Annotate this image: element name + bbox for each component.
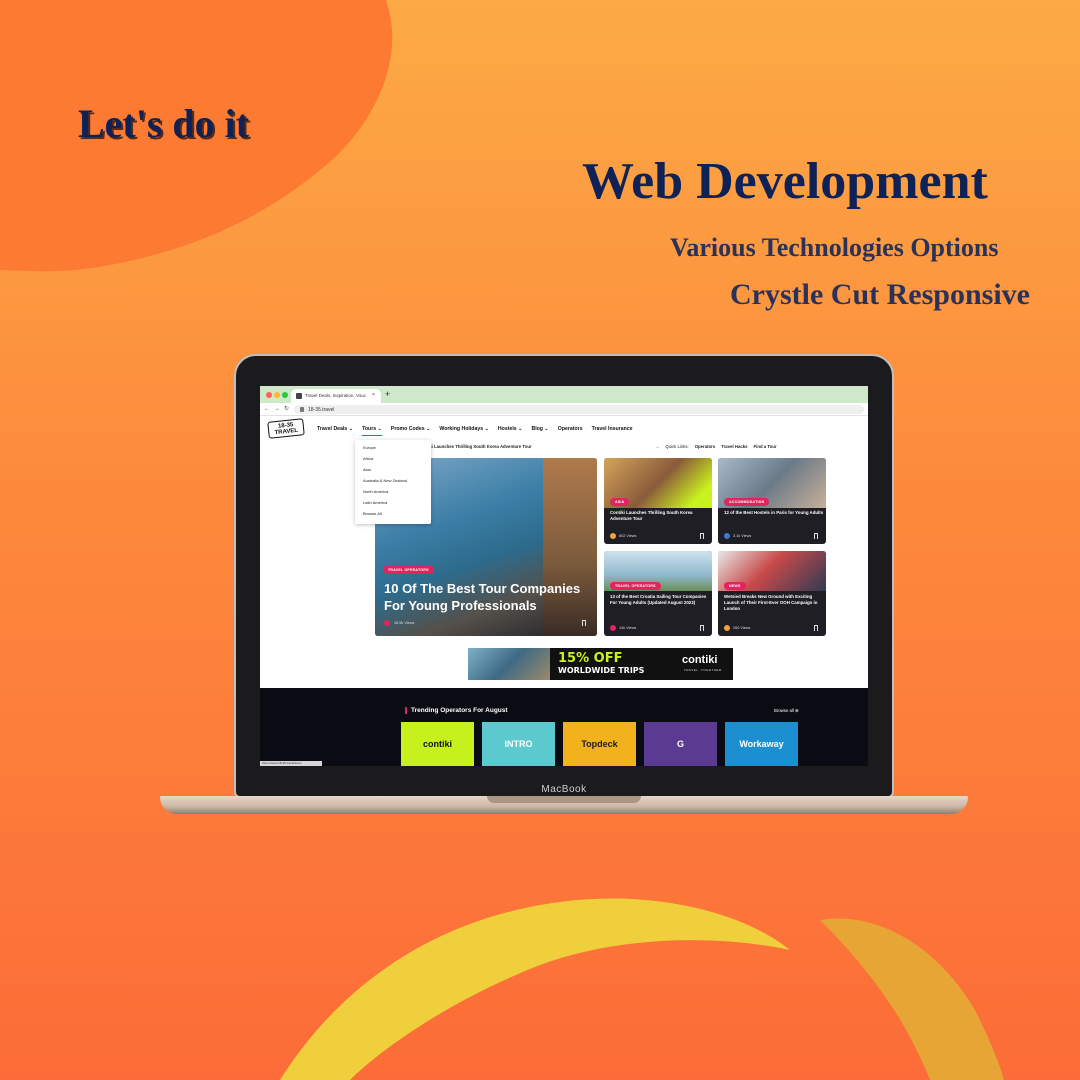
banner-offer-sub: WORLDWIDE TRIPS xyxy=(558,666,645,675)
dropdown-item-browse-all[interactable]: Browse All xyxy=(363,511,431,522)
nav-promo-codes[interactable]: Promo Codes ⌄ xyxy=(391,426,431,436)
author-avatar xyxy=(724,533,730,539)
address-bar[interactable]: 18-35.travel xyxy=(294,405,864,414)
page-title: Web Development xyxy=(582,153,988,210)
quick-links-label: Quick Links: xyxy=(665,444,689,449)
window-maximize-dot[interactable] xyxy=(282,392,288,398)
author-avatar xyxy=(610,625,616,631)
feature-article-title[interactable]: 10 Of The Best Tour Companies For Young … xyxy=(384,580,584,614)
ticker-arrow-icon[interactable]: → xyxy=(655,444,659,449)
nav-blog[interactable]: Blog ⌄ xyxy=(531,426,548,436)
quick-link-travel-hacks[interactable]: Travel Hacks xyxy=(721,444,747,449)
quick-link-find-tour[interactable]: Find a Tour xyxy=(754,444,777,449)
subtitle-technologies: Various Technologies Options xyxy=(670,233,999,262)
yellow-swoosh-shape xyxy=(280,898,1004,1080)
article-card[interactable]: TRAVEL OPERATORS 13 of the Best Croatia … xyxy=(604,551,712,636)
window-minimize-dot[interactable] xyxy=(274,392,280,398)
bookmark-icon[interactable] xyxy=(700,625,704,631)
window-close-dot[interactable] xyxy=(266,392,272,398)
browser-nav-icons[interactable]: ←→↻ xyxy=(264,405,293,412)
operator-card-intro[interactable]: INTRO xyxy=(482,722,555,766)
laptop-notch xyxy=(487,796,641,803)
article-card[interactable]: ACCOMMODATION 12 of the Best Hostels in … xyxy=(718,458,826,544)
laptop-screen: Travel Deals, Inspiration, Vouc × + ←→↻ … xyxy=(260,386,868,766)
quick-link-operators[interactable]: Operators xyxy=(695,444,716,449)
tab-favicon-icon xyxy=(296,393,302,399)
operator-card-workaway[interactable]: Workaway xyxy=(725,722,798,766)
view-count: 3.1k Views xyxy=(733,534,752,538)
operator-card-g-adventures[interactable]: G xyxy=(644,722,717,766)
banner-brand-tagline: TRAVEL. TOGETHER. xyxy=(684,668,724,672)
news-ticker[interactable]: iki Launches Thrilling South Korea Adven… xyxy=(428,444,532,449)
browser-tab[interactable]: Travel Deals, Inspiration, Vouc xyxy=(291,389,381,403)
bookmark-icon[interactable] xyxy=(814,625,818,631)
dropdown-item-europe[interactable]: Europe xyxy=(363,445,431,456)
bookmark-icon[interactable] xyxy=(582,620,586,626)
banner-offer: 15% OFF xyxy=(558,651,623,666)
article-card[interactable]: ASIA Contiki Launches Thrilling South Ko… xyxy=(604,458,712,544)
view-count: 18.5k Views xyxy=(394,621,415,625)
author-avatar xyxy=(384,620,390,626)
banner-image xyxy=(468,648,550,680)
bookmark-icon[interactable] xyxy=(700,533,704,539)
article-title[interactable]: 13 of the Best Croatia Sailing Tour Comp… xyxy=(610,594,710,606)
subtitle-responsive: Crystle Cut Responsive xyxy=(730,278,1030,311)
site-logo[interactable]: 18-35 TRAVEL xyxy=(267,418,305,439)
dropdown-item-asia[interactable]: Asia xyxy=(363,467,431,478)
article-title[interactable]: 12 of the Best Hostels in Paris for Youn… xyxy=(724,510,824,516)
browser-status-bar: https://www.18-35.travel/tours xyxy=(260,761,322,766)
promo-banner-ad[interactable]: 15% OFF WORLDWIDE TRIPS contiki TRAVEL. … xyxy=(468,648,733,680)
view-count: 14k Views xyxy=(619,626,637,630)
main-nav: Travel Deals ⌄ Tours ⌄ Promo Codes ⌄ Wor… xyxy=(317,426,633,436)
banner-brand-logo: contiki xyxy=(682,654,718,666)
laptop-brand-label: MacBook xyxy=(541,784,587,795)
dropdown-item-africa[interactable]: Africa xyxy=(363,456,431,467)
browse-all-link[interactable]: Browse all ⊕ xyxy=(774,708,799,714)
operator-card-contiki[interactable]: contiki xyxy=(401,722,474,766)
dropdown-item-latin-america[interactable]: Latin America xyxy=(363,500,431,511)
trending-title: Trending Operators For August xyxy=(405,707,508,714)
nav-travel-insurance[interactable]: Travel Insurance xyxy=(592,426,633,436)
new-tab-button[interactable]: + xyxy=(385,389,390,399)
nav-operators[interactable]: Operators xyxy=(558,426,583,436)
nav-hostels[interactable]: Hostels ⌄ xyxy=(498,426,523,436)
tagline: Let's do it xyxy=(78,101,250,146)
article-title[interactable]: Wetsied Breaks New Ground with Exciting … xyxy=(724,594,824,612)
nav-tours[interactable]: Tours ⌄ xyxy=(362,426,382,436)
bookmark-icon[interactable] xyxy=(814,533,818,539)
nav-travel-deals[interactable]: Travel Deals ⌄ xyxy=(317,426,353,436)
dropdown-item-north-america[interactable]: North America xyxy=(363,489,431,500)
view-count: 602 Views xyxy=(619,534,637,538)
article-card[interactable]: NEWS Wetsied Breaks New Ground with Exci… xyxy=(718,551,826,636)
quick-links: → Quick Links: Operators Travel Hacks Fi… xyxy=(655,444,777,449)
author-avatar xyxy=(724,625,730,631)
category-badge[interactable]: TRAVEL OPERATORS xyxy=(383,566,434,574)
view-count: 260 Views xyxy=(733,626,751,630)
operator-card-topdeck[interactable]: Topdeck xyxy=(563,722,636,766)
category-badge[interactable]: NEWS xyxy=(724,582,746,590)
lock-icon xyxy=(300,407,304,412)
nav-working-holidays[interactable]: Working Holidays ⌄ xyxy=(439,426,489,436)
category-badge[interactable]: TRAVEL OPERATORS xyxy=(610,582,661,590)
dropdown-item-australia-nz[interactable]: Australia & New Zealand xyxy=(363,478,431,489)
category-badge[interactable]: ACCOMMODATION xyxy=(724,498,770,506)
author-avatar xyxy=(610,533,616,539)
article-title[interactable]: Contiki Launches Thrilling South Korea A… xyxy=(610,510,710,522)
tours-dropdown-menu: Europe Africa Asia Australia & New Zeala… xyxy=(355,440,431,524)
category-badge[interactable]: ASIA xyxy=(610,498,630,506)
tab-close-icon[interactable]: × xyxy=(372,392,375,398)
